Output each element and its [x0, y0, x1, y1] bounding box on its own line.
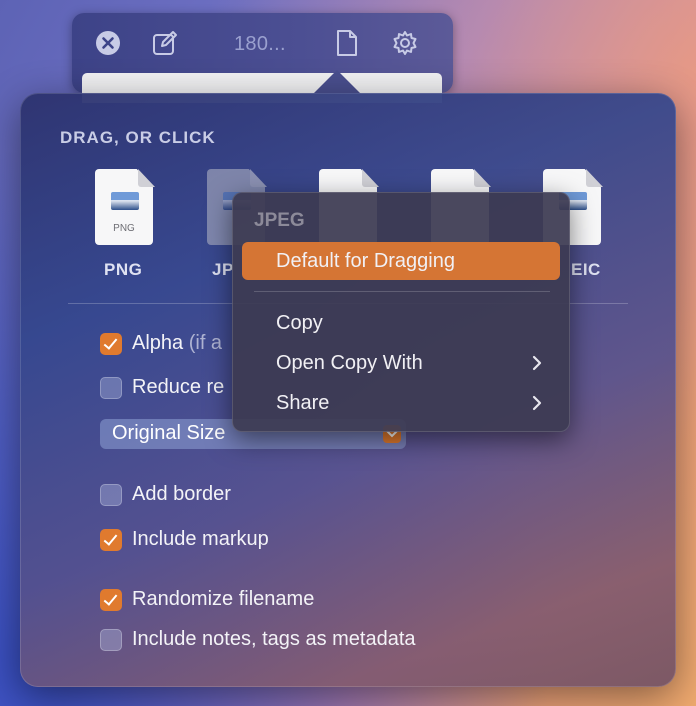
context-menu: JPEG Default for Dragging Copy Open Copy…: [232, 192, 570, 432]
chevron-right-icon: [532, 395, 542, 416]
menu-item-share[interactable]: Share: [242, 384, 560, 422]
chevron-right-icon: [532, 355, 542, 376]
add-border-label: Add border: [132, 483, 231, 505]
randomize-filename-label: Randomize filename: [132, 588, 315, 610]
close-icon[interactable]: [94, 29, 122, 57]
include-notes-checkbox[interactable]: [100, 629, 122, 651]
size-select-value: Original Size: [112, 422, 226, 444]
randomize-filename-checkbox[interactable]: [100, 589, 122, 611]
include-markup-label: Include markup: [132, 528, 269, 550]
file-png[interactable]: PNG: [95, 169, 155, 247]
section-title: DRAG, OR CLICK: [60, 128, 216, 147]
alpha-checkbox[interactable]: [100, 333, 122, 355]
include-markup-checkbox[interactable]: [100, 529, 122, 551]
reduce-label: Reduce re: [132, 376, 225, 398]
gear-icon[interactable]: [391, 29, 419, 57]
menu-item-open-copy-with[interactable]: Open Copy With: [242, 344, 560, 382]
include-notes-label: Include notes, tags as metadata: [132, 628, 416, 650]
popover-arrow: [313, 70, 361, 94]
toolbar-window: 180...: [72, 13, 453, 103]
toolbar-title: 180...: [234, 33, 286, 55]
edit-icon[interactable]: [151, 29, 179, 57]
menu-header: JPEG: [254, 210, 305, 231]
file-label-heic: EIC: [571, 260, 601, 279]
menu-separator: [254, 291, 550, 292]
document-icon[interactable]: [333, 29, 361, 57]
alpha-label: Alpha (if a: [132, 332, 223, 354]
file-label-png: PNG: [104, 260, 143, 279]
reduce-checkbox[interactable]: [100, 377, 122, 399]
file-label-jpeg: JP: [212, 260, 234, 279]
menu-item-copy[interactable]: Copy: [242, 304, 560, 342]
menu-item-default-for-dragging[interactable]: Default for Dragging: [242, 242, 560, 280]
add-border-checkbox[interactable]: [100, 484, 122, 506]
